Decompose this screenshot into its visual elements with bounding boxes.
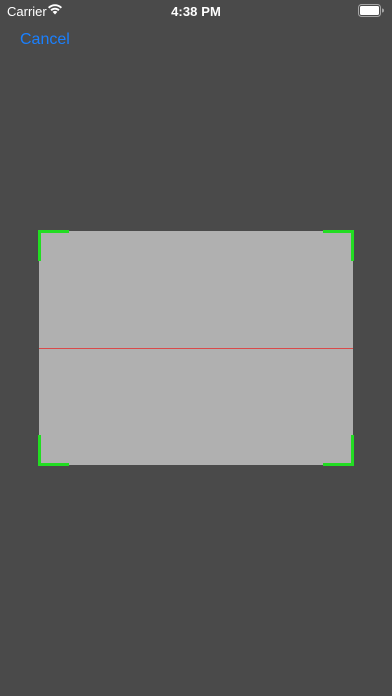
scan-line — [39, 348, 353, 349]
corner-top-left — [38, 230, 69, 261]
status-bar: Carrier 4:38 PM — [0, 0, 392, 22]
corner-top-right — [323, 230, 354, 261]
cancel-button[interactable]: Cancel — [20, 31, 70, 49]
scan-frame — [38, 230, 354, 466]
corner-bottom-left — [38, 435, 69, 466]
battery-icon — [358, 4, 384, 17]
clock-time: 4:38 PM — [171, 4, 221, 19]
corner-bottom-right — [323, 435, 354, 466]
